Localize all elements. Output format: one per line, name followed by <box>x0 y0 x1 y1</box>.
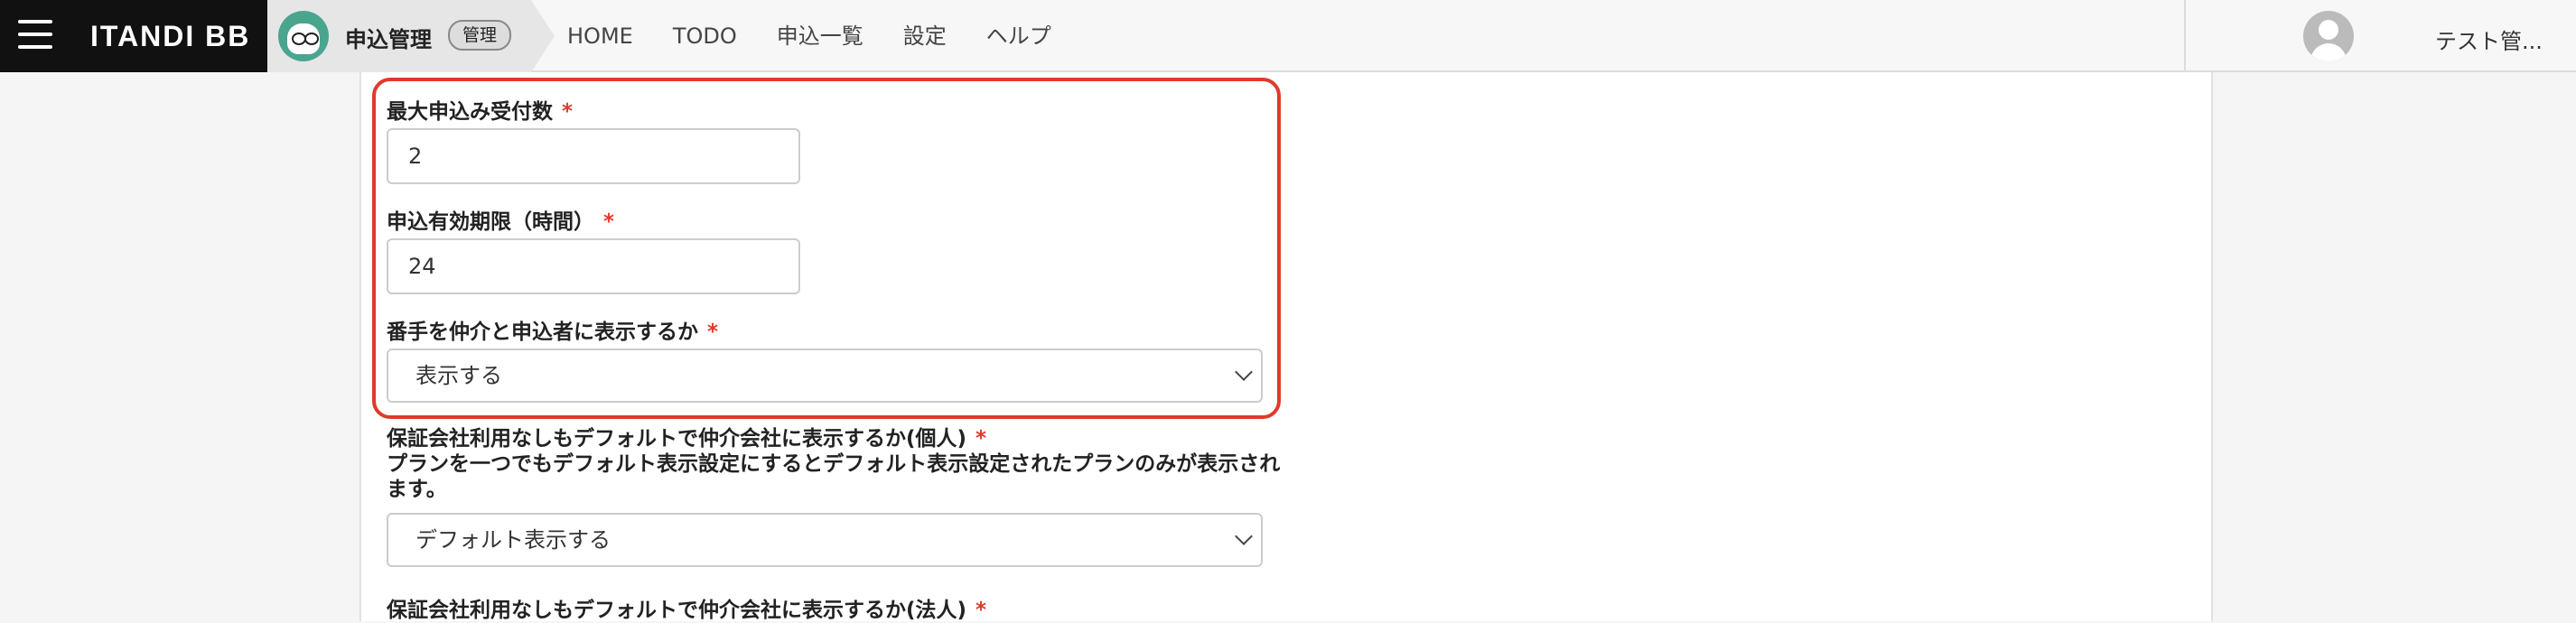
brand-area: ITANDI BB <box>0 0 267 72</box>
nav-home[interactable]: HOME <box>567 0 633 72</box>
app-name: 申込管理 <box>345 27 432 52</box>
menu-icon[interactable] <box>18 20 52 52</box>
required-mark: * <box>707 321 719 344</box>
guarantor-individual-note: プランを一つでもデフォルト表示設定にするとデフォルト表示設定されたプランのみが表… <box>387 452 1281 501</box>
max-applications-label: 最大申込み受付数 * <box>387 100 574 124</box>
nav-settings[interactable]: 設定 <box>903 0 947 72</box>
guarantor-individual-label: 保証会社利用なしもデフォルトで仲介会社に表示するか(個人) * プランを一つでもデ… <box>387 427 1281 501</box>
nav-application-list[interactable]: 申込一覧 <box>777 0 863 72</box>
chevron-down-icon <box>1235 363 1253 381</box>
show-order-select[interactable]: 表示する <box>387 349 1263 403</box>
app-mascot-icon <box>278 11 329 61</box>
guarantor-individual-selected: デフォルト表示する <box>415 527 611 553</box>
user-menu[interactable]: テスト管... <box>2184 0 2576 72</box>
max-applications-input[interactable]: 2 <box>387 128 800 184</box>
validity-hours-label: 申込有効期限（時間） * <box>387 210 615 234</box>
user-avatar-icon <box>2303 11 2354 61</box>
nav-todo[interactable]: TODO <box>673 0 737 72</box>
chevron-down-icon <box>1235 527 1253 545</box>
required-mark: * <box>603 210 615 234</box>
guarantor-individual-select[interactable]: デフォルト表示する <box>387 513 1263 567</box>
required-mark: * <box>562 100 574 124</box>
show-order-label: 番手を仲介と申込者に表示するか * <box>387 321 719 344</box>
user-name: テスト管... <box>2435 29 2543 54</box>
show-order-selected: 表示する <box>415 363 502 388</box>
brand-logo[interactable]: ITANDI BB <box>90 20 250 53</box>
required-mark: * <box>975 427 987 451</box>
top-bar: ITANDI BB 申込管理 管理 HOME TODO 申込一覧 設定 ヘルプ … <box>0 0 2576 72</box>
guarantor-corporate-label: 保証会社利用なしもデフォルトで仲介会社に表示するか(法人) * <box>387 599 987 622</box>
nav-help[interactable]: ヘルプ <box>986 0 1051 72</box>
admin-badge: 管理 <box>448 20 512 51</box>
breadcrumb-arrow <box>531 0 555 72</box>
required-mark: * <box>975 599 987 622</box>
validity-hours-input[interactable]: 24 <box>387 238 800 294</box>
main-nav: HOME TODO 申込一覧 設定 ヘルプ <box>567 0 1091 72</box>
app-switcher[interactable]: 申込管理 管理 <box>267 0 531 72</box>
